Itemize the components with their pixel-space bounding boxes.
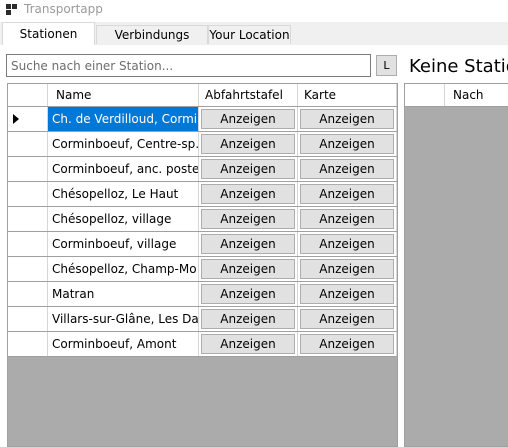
abfahrtstafel-anzeigen-button[interactable]: Anzeigen xyxy=(201,159,295,179)
station-name-cell[interactable]: Corminboeuf, Amont xyxy=(48,332,199,356)
connections-row-header-corner xyxy=(405,84,445,106)
row-header[interactable] xyxy=(8,307,48,331)
row-header[interactable] xyxy=(8,107,48,131)
station-heading: Keine Station xyxy=(409,56,508,77)
connections-grid[interactable]: Nach xyxy=(404,83,508,447)
tab-stationen-suche[interactable]: Stationen Suche xyxy=(2,22,95,63)
row-header[interactable] xyxy=(8,257,48,281)
karte-cell: Anzeigen xyxy=(298,332,397,356)
karte-anzeigen-button[interactable]: Anzeigen xyxy=(300,159,394,179)
table-row[interactable]: Corminboeuf, Amont Anzeigen Anzeigen xyxy=(8,332,397,357)
karte-cell: Anzeigen xyxy=(298,107,397,131)
karte-cell: Anzeigen xyxy=(298,232,397,256)
karte-cell: Anzeigen xyxy=(298,257,397,281)
abfahrtstafel-anzeigen-button[interactable]: Anzeigen xyxy=(201,184,295,204)
abfahrtstafel-anzeigen-button[interactable]: Anzeigen xyxy=(201,334,295,354)
karte-anzeigen-button[interactable]: Anzeigen xyxy=(300,234,394,254)
karte-anzeigen-button[interactable]: Anzeigen xyxy=(300,209,394,229)
station-name-cell[interactable]: Ch. de Verdilloud, Cormi… xyxy=(48,107,199,131)
station-name-cell[interactable]: Matran xyxy=(48,282,199,306)
tab-verbindungs-suche[interactable]: Verbindungs Suche xyxy=(96,25,208,60)
karte-cell: Anzeigen xyxy=(298,207,397,231)
karte-cell: Anzeigen xyxy=(298,307,397,331)
abfahrtstafel-cell: Anzeigen xyxy=(199,282,298,306)
abfahrtstafel-anzeigen-button[interactable]: Anzeigen xyxy=(201,234,295,254)
station-name-cell[interactable]: Villars-sur-Glâne, Les Dail… xyxy=(48,307,199,331)
table-row[interactable]: Corminboeuf, village Anzeigen Anzeigen xyxy=(8,232,397,257)
abfahrtstafel-cell: Anzeigen xyxy=(199,257,298,281)
karte-anzeigen-button[interactable]: Anzeigen xyxy=(300,309,394,329)
station-search-input[interactable] xyxy=(6,54,371,77)
row-header[interactable] xyxy=(8,232,48,256)
karte-anzeigen-button[interactable]: Anzeigen xyxy=(300,284,394,304)
karte-anzeigen-button[interactable]: Anzeigen xyxy=(300,109,394,129)
connections-grid-header: Nach xyxy=(405,84,508,107)
column-header-name[interactable]: Name xyxy=(48,84,199,106)
table-row[interactable]: Chésopelloz, Champ-Mo… Anzeigen Anzeigen xyxy=(8,257,397,282)
row-header[interactable] xyxy=(8,132,48,156)
row-header[interactable] xyxy=(8,207,48,231)
table-row[interactable]: Corminboeuf, anc. poste Anzeigen Anzeigen xyxy=(8,157,397,182)
karte-cell: Anzeigen xyxy=(298,282,397,306)
abfahrtstafel-anzeigen-button[interactable]: Anzeigen xyxy=(201,109,295,129)
table-row[interactable]: Chésopelloz, Le Haut Anzeigen Anzeigen xyxy=(8,182,397,207)
table-row[interactable]: Villars-sur-Glâne, Les Dail…AnzeigenAnze… xyxy=(8,307,397,332)
karte-anzeigen-button[interactable]: Anzeigen xyxy=(300,134,394,154)
abfahrtstafel-anzeigen-button[interactable]: Anzeigen xyxy=(201,284,295,304)
tab-bar: Stationen Suche Verbindungs Suche Your L… xyxy=(0,22,508,63)
station-name-cell[interactable]: Corminboeuf, village xyxy=(48,232,199,256)
karte-anzeigen-button[interactable]: Anzeigen xyxy=(300,334,394,354)
abfahrtstafel-cell: Anzeigen xyxy=(199,307,298,331)
row-header[interactable] xyxy=(8,282,48,306)
table-row[interactable]: Matran Anzeigen Anzeigen xyxy=(8,282,397,307)
station-name-cell[interactable]: Chésopelloz, Champ-Mo… xyxy=(48,257,199,281)
row-header[interactable] xyxy=(8,157,48,181)
tab-your-location[interactable]: Your Location xyxy=(208,25,291,44)
location-button[interactable]: L xyxy=(376,55,397,76)
station-name-cell[interactable]: Corminboeuf, anc. poste xyxy=(48,157,199,181)
grid-header: Name Abfahrtstafel Karte xyxy=(8,84,397,107)
station-name-cell[interactable]: Chésopelloz, Le Haut xyxy=(48,182,199,206)
row-header[interactable] xyxy=(8,182,48,206)
row-header-corner xyxy=(8,84,48,106)
title-bar: Transportapp xyxy=(0,0,508,20)
abfahrtstafel-cell: Anzeigen xyxy=(199,157,298,181)
abfahrtstafel-cell: Anzeigen xyxy=(199,232,298,256)
station-name-cell[interactable]: Chésopelloz, village xyxy=(48,207,199,231)
karte-cell: Anzeigen xyxy=(298,182,397,206)
karte-cell: Anzeigen xyxy=(298,132,397,156)
stations-grid[interactable]: Name Abfahrtstafel Karte Ch. de Verdillo… xyxy=(7,83,398,447)
abfahrtstafel-cell: Anzeigen xyxy=(199,182,298,206)
table-row[interactable]: Chésopelloz, village Anzeigen Anzeigen xyxy=(8,207,397,232)
abfahrtstafel-cell: Anzeigen xyxy=(199,207,298,231)
abfahrtstafel-cell: Anzeigen xyxy=(199,132,298,156)
karte-anzeigen-button[interactable]: Anzeigen xyxy=(300,259,394,279)
app-window-icon xyxy=(6,4,18,16)
station-name-cell[interactable]: Corminboeuf, Centre-sp… xyxy=(48,132,199,156)
abfahrtstafel-cell: Anzeigen xyxy=(199,107,298,131)
table-row[interactable]: Ch. de Verdilloud, Cormi… Anzeigen Anzeige… xyxy=(8,107,397,132)
karte-cell: Anzeigen xyxy=(298,157,397,181)
column-header-abfahrtstafel[interactable]: Abfahrtstafel xyxy=(199,84,298,106)
column-header-karte[interactable]: Karte xyxy=(298,84,397,106)
abfahrtstafel-anzeigen-button[interactable]: Anzeigen xyxy=(201,259,295,279)
abfahrtstafel-anzeigen-button[interactable]: Anzeigen xyxy=(201,209,295,229)
table-row[interactable]: Corminboeuf, Centre-sp… Anzeigen Anzeigen xyxy=(8,132,397,157)
column-header-nach[interactable]: Nach xyxy=(445,84,508,106)
window-title: Transportapp xyxy=(24,2,103,16)
karte-anzeigen-button[interactable]: Anzeigen xyxy=(300,184,394,204)
row-header[interactable] xyxy=(8,332,48,356)
abfahrtstafel-anzeigen-button[interactable]: Anzeigen xyxy=(201,309,295,329)
abfahrtstafel-cell: Anzeigen xyxy=(199,332,298,356)
abfahrtstafel-anzeigen-button[interactable]: Anzeigen xyxy=(201,134,295,154)
row-pointer-icon xyxy=(13,114,19,124)
